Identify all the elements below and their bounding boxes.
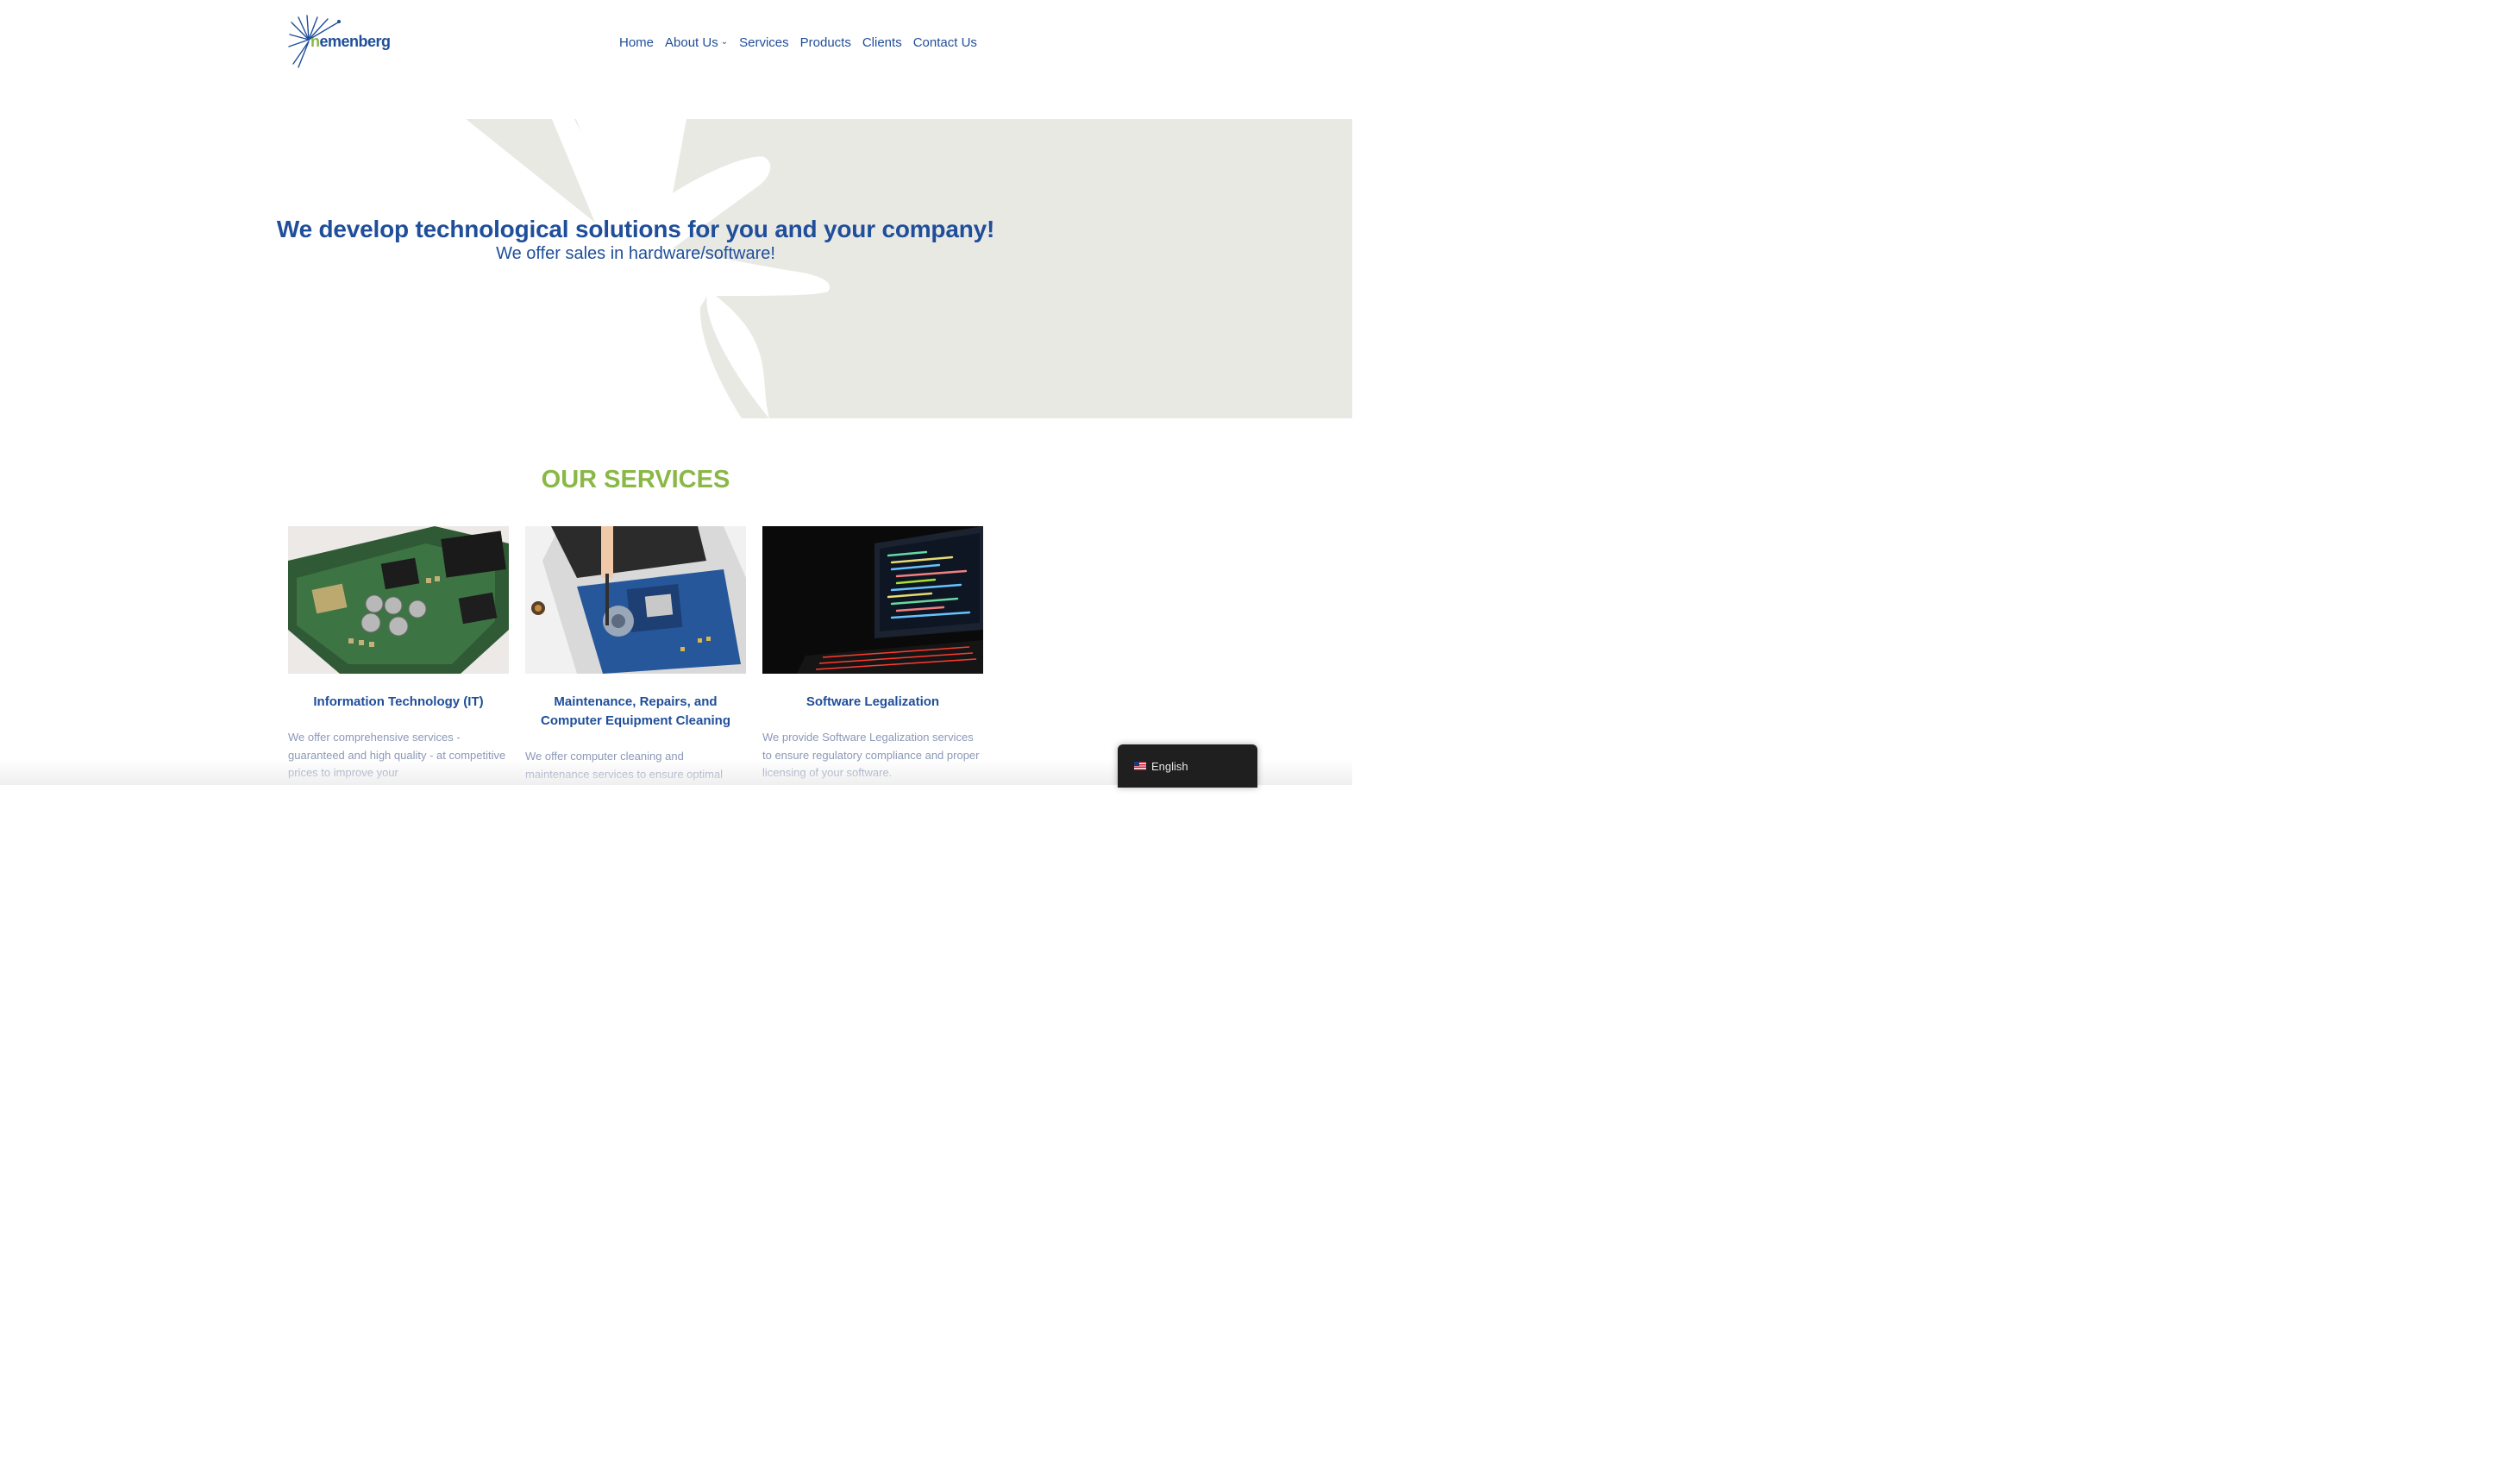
- nav-label: Home: [619, 35, 655, 50]
- nav-products[interactable]: Products: [800, 35, 851, 50]
- nav-label: Contact Us: [912, 35, 977, 50]
- card-title: Maintenance, Repairs, and Computer Equip…: [540, 694, 730, 728]
- hero-banner: We develop technological solutions for y…: [0, 119, 1352, 418]
- hero-background-shape: [466, 119, 1352, 418]
- site-header: nemenberg Home About Us ⌄ Services Produc…: [0, 0, 1352, 86]
- nav-about-us[interactable]: About Us ⌄: [665, 35, 728, 50]
- nav-label: Services: [739, 35, 789, 50]
- service-card-maintenance[interactable]: Maintenance, Repairs, and Computer Equip…: [525, 526, 746, 783]
- hero-subtitle: We offer sales in hardware/software!: [496, 244, 775, 263]
- main-nav: Home About Us ⌄ Services Products Clients…: [619, 33, 977, 52]
- hero-title: We develop technological solutions for y…: [276, 216, 995, 242]
- logo[interactable]: nemenberg: [286, 14, 398, 71]
- services-heading: OUR SERVICES: [541, 466, 730, 493]
- service-card-software-legalization[interactable]: Software Legalization We provide Softwar…: [762, 526, 983, 782]
- nav-home[interactable]: Home: [619, 35, 654, 50]
- us-flag-icon: [1134, 762, 1146, 770]
- chevron-down-icon: ⌄: [720, 37, 729, 47]
- card-title: Information Technology (IT): [313, 694, 484, 709]
- nav-label: About Us: [665, 35, 718, 50]
- nav-label: Clients: [862, 35, 902, 50]
- circuit-board-image: [288, 526, 509, 674]
- logo-wordmark: nemenberg: [310, 33, 391, 50]
- language-label: English: [1151, 759, 1188, 773]
- nav-label: Products: [799, 35, 851, 50]
- nav-contact-us[interactable]: Contact Us: [913, 35, 977, 50]
- laptop-code-image: [762, 526, 983, 674]
- language-switcher[interactable]: English: [1118, 744, 1257, 788]
- card-title: Software Legalization: [806, 694, 940, 709]
- laptop-repair-image: [525, 526, 746, 674]
- nav-services[interactable]: Services: [739, 35, 789, 50]
- nav-clients[interactable]: Clients: [862, 35, 902, 50]
- service-card-it[interactable]: Information Technology (IT) We offer com…: [288, 526, 509, 782]
